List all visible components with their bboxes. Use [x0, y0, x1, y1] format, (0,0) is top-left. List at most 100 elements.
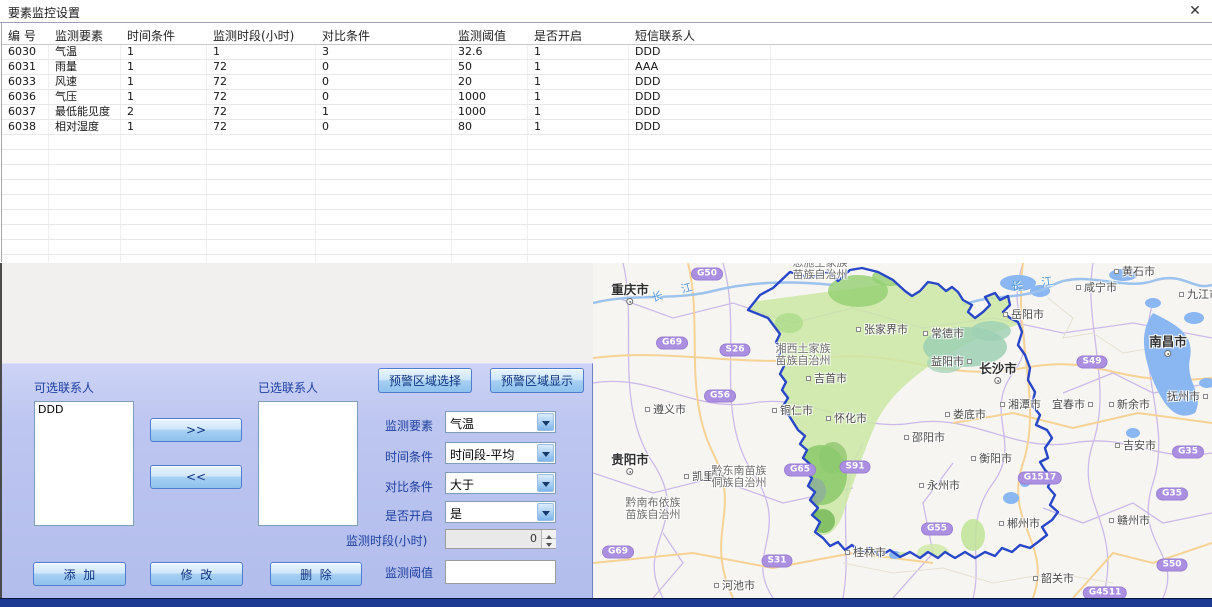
table-cell[interactable]: [528, 210, 629, 224]
warn-area-select-button[interactable]: 预警区域选择: [378, 368, 472, 393]
table-cell[interactable]: AAA: [629, 60, 771, 74]
table-cell[interactable]: [316, 150, 452, 164]
table-cell[interactable]: [452, 225, 528, 239]
table-cell[interactable]: 2: [121, 105, 207, 119]
table-cell[interactable]: [316, 210, 452, 224]
table-cell[interactable]: [629, 135, 771, 149]
table-cell[interactable]: [2, 135, 49, 149]
table-cell[interactable]: 气压: [49, 90, 121, 104]
table-cell[interactable]: [452, 180, 528, 194]
table-cell[interactable]: [49, 135, 121, 149]
table-cell[interactable]: DDD: [629, 75, 771, 89]
spinner-down-icon[interactable]: [542, 539, 556, 548]
table-cell[interactable]: [629, 180, 771, 194]
table-cell[interactable]: [49, 195, 121, 209]
table-cell[interactable]: 1: [528, 90, 629, 104]
table-cell[interactable]: [49, 210, 121, 224]
chevron-down-icon[interactable]: [537, 474, 554, 492]
table-cell[interactable]: [528, 255, 629, 262]
table-cell[interactable]: 72: [207, 120, 316, 134]
table-cell[interactable]: [121, 135, 207, 149]
table-cell[interactable]: 72: [207, 105, 316, 119]
table-cell[interactable]: 1: [528, 60, 629, 74]
table-cell[interactable]: [629, 150, 771, 164]
table-row[interactable]: 6038相对湿度1720801DDD: [2, 120, 1212, 135]
table-cell[interactable]: DDD: [629, 45, 771, 59]
table-cell[interactable]: 气温: [49, 45, 121, 59]
table-cell[interactable]: [528, 180, 629, 194]
column-header[interactable]: 是否开启: [528, 23, 629, 44]
table-cell[interactable]: 6033: [2, 75, 49, 89]
chevron-down-icon[interactable]: [537, 413, 554, 431]
spinner-up-icon[interactable]: [542, 530, 556, 539]
table-cell[interactable]: 6036: [2, 90, 49, 104]
table-cell[interactable]: [316, 180, 452, 194]
table-cell[interactable]: [629, 195, 771, 209]
table-cell[interactable]: 50: [452, 60, 528, 74]
table-cell[interactable]: 1: [316, 105, 452, 119]
column-header[interactable]: 短信联系人: [629, 23, 771, 44]
table-row[interactable]: [2, 225, 1212, 240]
table-cell[interactable]: 0: [316, 60, 452, 74]
table-cell[interactable]: 72: [207, 90, 316, 104]
table-cell[interactable]: [528, 240, 629, 254]
table-row[interactable]: [2, 180, 1212, 195]
table-cell[interactable]: [2, 240, 49, 254]
table-cell[interactable]: 1: [528, 45, 629, 59]
table-cell[interactable]: 80: [452, 120, 528, 134]
table-cell[interactable]: [528, 135, 629, 149]
table-cell[interactable]: [2, 195, 49, 209]
table-cell[interactable]: [2, 255, 49, 262]
table-cell[interactable]: [2, 225, 49, 239]
table-row[interactable]: [2, 195, 1212, 210]
table-cell[interactable]: [629, 165, 771, 179]
warn-area-show-button[interactable]: 预警区域显示: [490, 368, 584, 393]
period-spinner[interactable]: 0: [445, 529, 556, 549]
table-cell[interactable]: [207, 150, 316, 164]
table-cell[interactable]: 1: [121, 75, 207, 89]
table-cell[interactable]: 1: [528, 120, 629, 134]
table-cell[interactable]: [121, 150, 207, 164]
table-cell[interactable]: [629, 210, 771, 224]
table-cell[interactable]: [121, 180, 207, 194]
column-header[interactable]: 时间条件: [121, 23, 207, 44]
time-condition-combobox[interactable]: 时间段-平均: [445, 442, 556, 464]
column-header[interactable]: 监测时段(小时): [207, 23, 316, 44]
table-cell[interactable]: DDD: [629, 90, 771, 104]
table-cell[interactable]: 风速: [49, 75, 121, 89]
column-header[interactable]: 对比条件: [316, 23, 452, 44]
modify-button[interactable]: 修 改: [150, 562, 243, 586]
move-right-button[interactable]: >>: [150, 418, 242, 442]
table-row[interactable]: [2, 240, 1212, 255]
table-cell[interactable]: [316, 225, 452, 239]
compare-condition-combobox[interactable]: 大于: [445, 472, 556, 494]
table-cell[interactable]: [2, 150, 49, 164]
table-cell[interactable]: 3: [316, 45, 452, 59]
element-combobox[interactable]: 气温: [445, 411, 556, 433]
table-row[interactable]: 6031雨量1720501AAA: [2, 60, 1212, 75]
table-cell[interactable]: [452, 240, 528, 254]
table-cell[interactable]: [121, 240, 207, 254]
table-cell[interactable]: 相对湿度: [49, 120, 121, 134]
table-cell[interactable]: 1: [121, 90, 207, 104]
column-header[interactable]: 监测阈值: [452, 23, 528, 44]
table-cell[interactable]: [452, 255, 528, 262]
table-cell[interactable]: 1: [528, 75, 629, 89]
table-cell[interactable]: [207, 180, 316, 194]
table-cell[interactable]: [452, 165, 528, 179]
table-cell[interactable]: [49, 165, 121, 179]
table-row[interactable]: 6036气压172010001DDD: [2, 90, 1212, 105]
table-row[interactable]: 6030气温11332.61DDD: [2, 45, 1212, 60]
table-cell[interactable]: [528, 165, 629, 179]
table-cell[interactable]: [528, 195, 629, 209]
table-cell[interactable]: 1: [121, 120, 207, 134]
table-cell[interactable]: [207, 210, 316, 224]
table-cell[interactable]: [49, 180, 121, 194]
table-cell[interactable]: 1: [528, 105, 629, 119]
table-cell[interactable]: [121, 165, 207, 179]
table-row[interactable]: [2, 150, 1212, 165]
table-cell[interactable]: [121, 195, 207, 209]
table-cell[interactable]: [316, 135, 452, 149]
table-cell[interactable]: 20: [452, 75, 528, 89]
table-cell[interactable]: [316, 255, 452, 262]
